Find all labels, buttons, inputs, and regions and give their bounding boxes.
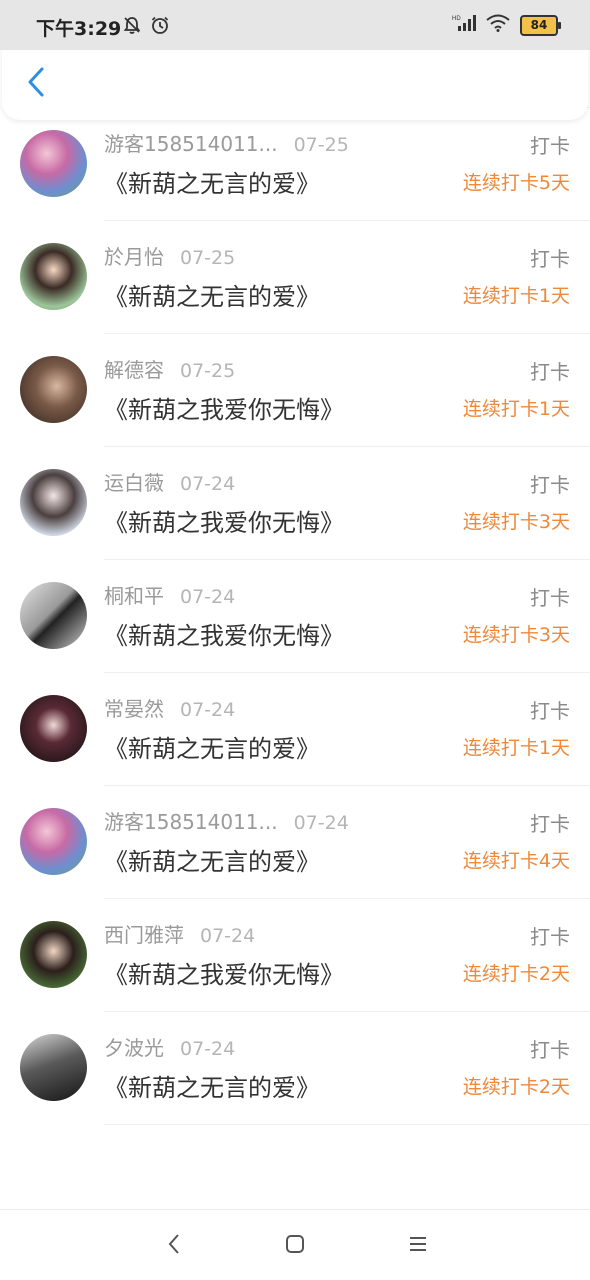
user-name: 常晏然 (104, 697, 164, 721)
checkin-date: 07-24 (293, 812, 349, 834)
name-line: 解德容 07-25 (104, 354, 235, 383)
streak-label: 连续打卡1天 (462, 285, 570, 307)
name-line: 夕波光 07-24 (104, 1032, 235, 1061)
nav-menu-button[interactable] (404, 1232, 432, 1260)
streak-label: 连续打卡1天 (462, 398, 570, 420)
list-item[interactable]: 西门雅萍 07-24 《新葫之我爱你无悔》 打卡连续打卡2天 (0, 899, 590, 1012)
checkin-tag: 打卡 (530, 812, 570, 836)
menu-nav-icon (408, 1235, 428, 1257)
status-icons-left (122, 15, 170, 39)
back-nav-icon (167, 1233, 181, 1259)
list-item[interactable]: 游客158514011... 07-25 《新葫之无言的爱》 打卡连续打卡5天 (0, 108, 590, 221)
system-nav-bar (0, 1209, 590, 1280)
list-item[interactable]: 常晏然 07-24 《新葫之无言的爱》 打卡连续打卡1天 (0, 673, 590, 786)
name-line: 游客158514011... 07-25 (104, 128, 349, 157)
signal-icon: HD (452, 14, 476, 36)
checkin-tag: 打卡 (530, 925, 570, 949)
checkin-tag: 打卡 (530, 134, 570, 158)
checkin-date: 07-25 (293, 134, 349, 156)
book-title: 《新葫之我爱你无悔》 (104, 961, 344, 989)
checkin-date: 07-24 (200, 925, 256, 947)
streak-label: 连续打卡5天 (462, 172, 570, 194)
checkin-tag: 打卡 (530, 699, 570, 723)
checkin-date: 07-25 (180, 247, 236, 269)
user-name: 游客158514011... (104, 132, 278, 156)
checkin-tag: 打卡 (530, 360, 570, 384)
user-name: 运白薇 (104, 471, 164, 495)
checkin-date: 07-24 (180, 586, 236, 608)
name-line: 常晏然 07-24 (104, 693, 235, 722)
header (2, 46, 588, 120)
mute-bell-icon (122, 15, 142, 39)
streak-label: 连续打卡2天 (462, 963, 570, 985)
book-title: 《新葫之无言的爱》 (104, 848, 320, 876)
home-nav-icon (285, 1234, 305, 1258)
list-item[interactable]: 运白薇 07-24 《新葫之我爱你无悔》 打卡连续打卡3天 (0, 447, 590, 560)
checkin-tag: 打卡 (530, 1038, 570, 1062)
streak-label: 连续打卡3天 (462, 624, 570, 646)
list-item[interactable]: 夕波光 07-24 《新葫之无言的爱》 打卡连续打卡2天 (0, 1012, 590, 1125)
nav-back-button[interactable] (160, 1232, 188, 1260)
wifi-icon (486, 14, 510, 36)
alarm-icon (150, 15, 170, 39)
checkin-date: 07-24 (180, 473, 236, 495)
checkin-date: 07-25 (180, 360, 236, 382)
avatar[interactable] (20, 356, 87, 423)
streak-label: 连续打卡1天 (462, 737, 570, 759)
status-time: 下午3:29 (36, 18, 122, 40)
avatar[interactable] (20, 921, 87, 988)
avatar[interactable] (20, 469, 87, 536)
streak-label: 连续打卡2天 (462, 1076, 570, 1098)
list-item[interactable]: 桐和平 07-24 《新葫之我爱你无悔》 打卡连续打卡3天 (0, 560, 590, 673)
name-line: 桐和平 07-24 (104, 580, 235, 609)
divider (104, 1124, 590, 1125)
user-name: 於月怡 (104, 245, 164, 269)
checkin-tag: 打卡 (530, 586, 570, 610)
status-icons-right: HD 84 (452, 14, 561, 36)
book-title: 《新葫之无言的爱》 (104, 283, 320, 311)
user-name: 西门雅萍 (104, 923, 184, 947)
avatar[interactable] (20, 130, 87, 197)
screen: 下午3:29 HD 84 游客158514011... 07-25 《新葫之无言… (0, 0, 590, 1280)
avatar[interactable] (20, 695, 87, 762)
battery-icon: 84 (520, 14, 561, 36)
avatar[interactable] (20, 808, 87, 875)
book-title: 《新葫之无言的爱》 (104, 735, 320, 763)
book-title: 《新葫之我爱你无悔》 (104, 396, 344, 424)
name-line: 游客158514011... 07-24 (104, 806, 349, 835)
status-bar: 下午3:29 HD 84 (0, 0, 590, 50)
name-line: 运白薇 07-24 (104, 467, 235, 496)
chevron-left-icon (26, 66, 46, 102)
book-title: 《新葫之我爱你无悔》 (104, 509, 344, 537)
list-item[interactable]: 解德容 07-25 《新葫之我爱你无悔》 打卡连续打卡1天 (0, 334, 590, 447)
name-line: 於月怡 07-25 (104, 241, 235, 270)
streak-label: 连续打卡3天 (462, 511, 570, 533)
checkin-date: 07-24 (180, 699, 236, 721)
name-line: 西门雅萍 07-24 (104, 919, 255, 948)
svg-text:HD: HD (452, 16, 461, 22)
checkin-list: 《新葫之无言的爱》连续打卡3天游客158514011...07-25《新葫之无言… (0, 0, 590, 1125)
user-name: 解德容 (104, 358, 164, 382)
book-title: 《新葫之无言的爱》 (104, 1074, 320, 1102)
checkin-tag: 打卡 (530, 247, 570, 271)
streak-label: 连续打卡4天 (462, 850, 570, 872)
book-title: 《新葫之我爱你无悔》 (104, 622, 344, 650)
list-item[interactable]: 於月怡 07-25 《新葫之无言的爱》 打卡连续打卡1天 (0, 221, 590, 334)
user-name: 桐和平 (104, 584, 164, 608)
avatar[interactable] (20, 243, 87, 310)
user-name: 夕波光 (104, 1036, 164, 1060)
checkin-tag: 打卡 (530, 473, 570, 497)
avatar[interactable] (20, 582, 87, 649)
user-name: 游客158514011... (104, 810, 278, 834)
nav-home-button[interactable] (281, 1232, 309, 1260)
checkin-date: 07-24 (180, 1038, 236, 1060)
book-title: 《新葫之无言的爱》 (104, 170, 320, 198)
list-item[interactable]: 游客158514011... 07-24 《新葫之无言的爱》 打卡连续打卡4天 (0, 786, 590, 899)
avatar[interactable] (20, 1034, 87, 1101)
back-button[interactable] (18, 66, 54, 102)
